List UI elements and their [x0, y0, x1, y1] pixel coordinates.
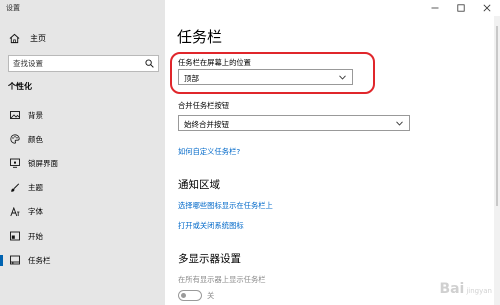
brush-icon: [11, 183, 20, 192]
chevron-down-icon: [396, 121, 403, 126]
sidebar: 设置 主页 个性化 背景 颜色: [0, 0, 165, 305]
sidebar-item-themes[interactable]: 主题: [0, 176, 165, 200]
watermark-sub: jingyan: [466, 287, 492, 295]
search-input[interactable]: [9, 56, 139, 71]
sidebar-item-label: 锁屏界面: [28, 158, 58, 168]
show-all-displays-toggle[interactable]: [178, 290, 202, 301]
section-title: 个性化: [8, 82, 32, 91]
start-icon: [10, 231, 20, 241]
combine-buttons-dropdown[interactable]: 始终合并按钮: [178, 115, 410, 131]
sidebar-item-lock-screen[interactable]: 锁屏界面: [0, 151, 165, 175]
app-title: 设置: [6, 4, 20, 12]
show-all-displays-label: 在所有显示器上显示任务栏: [178, 275, 266, 284]
taskbar-position-dropdown[interactable]: 顶部: [178, 69, 353, 85]
sidebar-item-label: 主题: [28, 183, 43, 193]
window-controls: [422, 0, 500, 16]
system-icons-link[interactable]: 打开或关闭系统图标: [178, 221, 244, 231]
image-icon: [10, 111, 20, 120]
sidebar-item-label: 背景: [28, 110, 43, 120]
combine-buttons-value: 始终合并按钮: [184, 120, 229, 129]
font-icon: [10, 206, 20, 217]
palette-icon: [10, 134, 20, 144]
minimize-button[interactable]: [422, 0, 448, 16]
taskbar-position-value: 顶部: [184, 74, 199, 83]
sidebar-item-background[interactable]: 背景: [0, 103, 165, 127]
multi-display-title: 多显示器设置: [178, 253, 241, 265]
select-icons-link[interactable]: 选择哪些图标显示在任务栏上: [178, 201, 273, 211]
sidebar-item-fonts[interactable]: 字体: [0, 200, 165, 224]
home-button[interactable]: 主页: [9, 32, 46, 44]
maximize-button[interactable]: [448, 0, 474, 16]
sidebar-item-taskbar[interactable]: 任务栏: [0, 248, 165, 272]
scrollbar[interactable]: [494, 16, 500, 305]
watermark-text: Bai: [439, 281, 465, 297]
sidebar-item-label: 字体: [28, 207, 43, 217]
main-content: 任务栏 任务栏在屏幕上的位置 顶部 合并任务栏按钮 始终合并按钮 如何自定义任务…: [165, 0, 500, 305]
combine-buttons-label: 合并任务栏按钮: [178, 101, 230, 110]
minimize-icon: [431, 7, 439, 9]
scrollbar-thumb[interactable]: [496, 26, 498, 206]
watermark-logo: Bai jingyan: [439, 281, 492, 297]
close-icon: [483, 4, 491, 12]
page-title: 任务栏: [177, 28, 223, 46]
sidebar-item-colors[interactable]: 颜色: [0, 127, 165, 151]
taskbar-position-label: 任务栏在屏幕上的位置: [178, 58, 251, 67]
sidebar-item-label: 任务栏: [28, 255, 51, 265]
home-label: 主页: [30, 33, 46, 43]
chevron-down-icon: [339, 75, 346, 80]
home-icon: [9, 33, 20, 43]
customize-taskbar-link[interactable]: 如何自定义任务栏?: [178, 147, 240, 157]
sidebar-item-label: 开始: [28, 231, 43, 241]
maximize-icon: [457, 4, 465, 12]
taskbar-icon: [10, 255, 20, 265]
notification-area-title: 通知区域: [178, 179, 220, 191]
search-box[interactable]: [8, 55, 159, 72]
lock-screen-icon: [10, 159, 20, 169]
close-button[interactable]: [474, 0, 500, 16]
search-icon[interactable]: [145, 59, 154, 68]
sidebar-nav: 背景 颜色 锁屏界面 主题 字体 开始 任务栏: [0, 103, 165, 272]
sidebar-item-start[interactable]: 开始: [0, 224, 165, 248]
sidebar-item-label: 颜色: [28, 134, 43, 144]
toggle-state-label: 关: [207, 291, 215, 300]
